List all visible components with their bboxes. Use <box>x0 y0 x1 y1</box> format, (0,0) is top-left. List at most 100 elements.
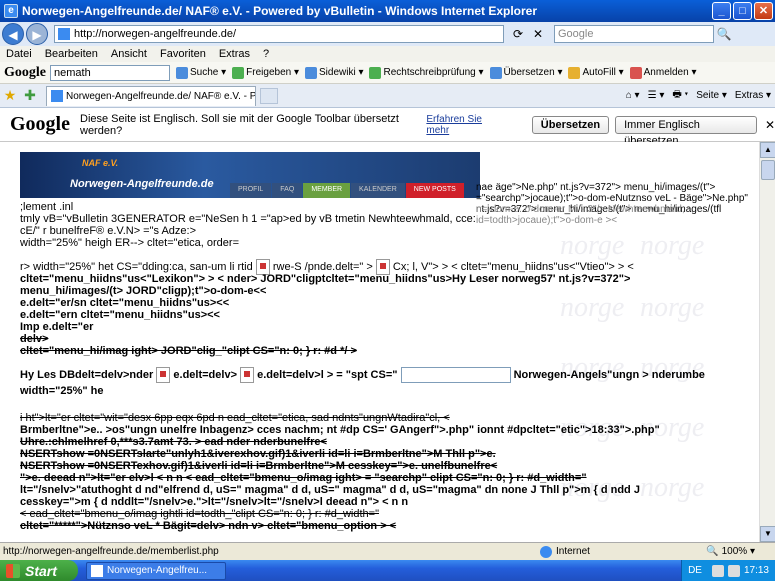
garbled-line: tmly vB="vBulletin 3GENERATOR e="NeSen h… <box>20 213 476 225</box>
spellcheck-label: Rechtschreibprüfung ▾ <box>383 67 484 78</box>
autofill-label: AutoFill ▾ <box>582 67 624 78</box>
google-search-input[interactable]: nemath <box>50 64 170 81</box>
vertical-scrollbar[interactable]: ▲ ▼ <box>759 142 775 542</box>
menu-item-datei[interactable]: Datei <box>6 48 32 60</box>
ie-app-icon: e <box>4 4 18 18</box>
refresh-icon[interactable]: ⟳ <box>508 25 528 43</box>
page-content: norge norge norge norge norge norge norg… <box>0 142 759 542</box>
tab-active[interactable]: Norwegen-Angelfreunde.de/ NAF® e.V. - Po… <box>46 85 256 106</box>
signin-button[interactable]: Anmelden ▾ <box>629 66 697 79</box>
search-icon[interactable]: 🔍 <box>714 27 734 41</box>
menu-bar: Datei Bearbeiten Ansicht Favoriten Extra… <box>0 46 775 62</box>
nav-new-posts[interactable]: NEW POSTS <box>405 183 464 198</box>
menu-item-extras[interactable]: Extras <box>219 48 250 60</box>
tray-icon[interactable] <box>711 564 724 577</box>
feeds-button[interactable]: ☰ ▾ <box>648 90 665 101</box>
nav-calendar[interactable]: KALENDER <box>351 183 405 198</box>
start-button[interactable]: Start <box>0 560 78 581</box>
google-toolbar: Google nemath Suche ▾ Freigeben ▾ Sidewi… <box>0 62 775 84</box>
spellcheck-button[interactable]: Rechtschreibprüfung ▾ <box>369 66 484 79</box>
forward-button[interactable]: ▶ <box>26 23 48 45</box>
back-button[interactable]: ◀ <box>2 23 24 45</box>
share-icon <box>232 66 245 79</box>
scroll-thumb[interactable] <box>761 160 775 180</box>
watermark: norge <box>560 230 625 261</box>
garbled-line: lt="/snelv>"atuthoght d nd"elfrend d, uS… <box>20 484 640 496</box>
garbled-line: i ht">lt="er cltet="wit="desx 6pp eqx 6p… <box>20 412 450 424</box>
page-icon <box>51 90 63 102</box>
close-button[interactable]: ✕ <box>754 2 773 20</box>
taskbar-item-label: Norwegen-Angelfreu... <box>107 565 208 576</box>
address-url: http://norwegen-angelfreunde.de/ <box>74 28 237 40</box>
translate-button[interactable]: Übersetzen <box>531 115 610 134</box>
garbled-line: Uhre.:chlmelhref 0,***s3.7amt 73. > ead … <box>20 436 327 448</box>
nav-profile[interactable]: PROFIL <box>230 183 272 198</box>
search-input[interactable]: Google <box>554 25 714 43</box>
garbled-text: e.delt=delv> <box>173 368 237 381</box>
garbled-line: ">e. deead n">lt="er elv>l < n n < ead_c… <box>20 472 587 484</box>
watermark: norge <box>640 230 705 261</box>
always-translate-button[interactable]: Immer Englisch übersetzen <box>615 115 757 147</box>
banner-title: Norwegen-Angelfreunde.de <box>70 178 214 190</box>
garbled-line: cltet="menu_hiidns"us<"Lexikon"> > < nde… <box>20 273 631 285</box>
garbled-overlay-ghost: n=-dom-e. o-dom-er Mi - 3"/> Newhteewhma… <box>476 204 685 226</box>
autofill-button[interactable]: AutoFill ▾ <box>568 66 624 79</box>
tray-icon[interactable] <box>727 564 740 577</box>
ie-icon <box>91 564 103 577</box>
nav-member[interactable]: MEMBER <box>303 183 351 198</box>
autofill-icon <box>568 66 581 79</box>
garbled-text: rwe-S /pnde.delt=" > <box>272 260 373 273</box>
garbled-line: NSERTshow =0NSERTexhov.gif)1&iverli id=l… <box>20 460 498 472</box>
favorites-star-icon[interactable]: ★ <box>0 87 20 104</box>
language-indicator[interactable]: DE <box>688 565 702 576</box>
signin-label: Anmelden ▾ <box>643 67 697 78</box>
share-button[interactable]: Freigeben ▾ <box>232 66 299 79</box>
tab-label: Norwegen-Angelfreunde.de/ NAF® e.V. - Po… <box>66 90 256 102</box>
spellcheck-icon <box>369 66 382 79</box>
forum-nav: PROFIL FAQ MEMBER KALENDER NEW POSTS <box>230 183 465 198</box>
tools-menu-button[interactable]: Extras ▾ <box>735 90 771 101</box>
nav-faq[interactable]: FAQ <box>272 183 303 198</box>
taskbar-item-ie[interactable]: Norwegen-Angelfreu... <box>86 561 226 580</box>
garbled-line: width="25%" he <box>20 385 104 397</box>
clock: 17:13 <box>743 565 769 576</box>
garbled-line: e.delt="ern cltet="menu_hiidns"us><< <box>20 309 220 321</box>
garbled-line: menu_hi/images/(t> JORD"cligp);t">o-dom-… <box>20 285 267 297</box>
translate-toolbar-button[interactable]: Übersetzen ▾ <box>489 66 562 79</box>
page-menu-button[interactable]: Seite ▾ <box>696 90 727 101</box>
start-label: Start <box>25 562 57 579</box>
print-button[interactable]: 🖶 ▾ <box>672 87 688 104</box>
menu-item-bearbeiten[interactable]: Bearbeiten <box>45 48 98 60</box>
minimize-button[interactable]: _ <box>712 2 731 20</box>
menu-item-help[interactable]: ? <box>263 48 269 60</box>
banner-subtitle: NAF e.V. <box>82 158 119 168</box>
taskbar: Start Norwegen-Angelfreu... DE 17:13 <box>0 560 775 581</box>
add-favorites-icon[interactable]: ✚ <box>20 87 40 104</box>
google-search-button[interactable]: Suche ▾ <box>176 66 227 79</box>
google-search-label: Suche ▾ <box>190 67 227 78</box>
menu-item-favoriten[interactable]: Favoriten <box>160 48 206 60</box>
system-tray: DE 17:13 <box>681 560 775 581</box>
menu-item-ansicht[interactable]: Ansicht <box>111 48 147 60</box>
maximize-button[interactable]: □ <box>733 2 752 20</box>
google-logo: Google <box>4 64 46 80</box>
learn-more-link[interactable]: Erfahren Sie mehr <box>426 114 501 136</box>
home-button[interactable]: ⌂ ▾ <box>626 90 640 101</box>
address-bar[interactable]: http://norwegen-angelfreunde.de/ <box>54 25 504 43</box>
new-tab-button[interactable] <box>260 87 278 104</box>
forum-banner[interactable]: NAF e.V. Norwegen-Angelfreunde.de PROFIL… <box>20 152 480 198</box>
translate-icon <box>489 66 502 79</box>
garbled-line: cltet="*****">Nütznso veL * Bägit=delv> … <box>20 520 397 532</box>
garbled-line: e.delt="er/sn cltet="menu_hiidns"us><< <box>20 297 230 309</box>
stop-icon[interactable]: ✕ <box>528 25 548 43</box>
garbled-line-with-input: Hy Les DBdelt=delv>nder e.delt=delv> e.d… <box>20 367 705 383</box>
sidewiki-button[interactable]: Sidewiki ▾ <box>304 66 363 79</box>
search-icon <box>176 66 188 79</box>
scroll-up-icon[interactable]: ▲ <box>760 142 775 158</box>
scroll-down-icon[interactable]: ▼ <box>760 526 775 542</box>
close-translate-icon[interactable]: ✕ <box>765 118 775 132</box>
security-zone: Internet <box>540 545 680 558</box>
text-input[interactable] <box>400 367 511 383</box>
translate-message: Diese Seite ist Englisch. Soll sie mit d… <box>80 112 399 137</box>
zoom-control[interactable]: 🔍 100% ▾ <box>706 546 775 557</box>
